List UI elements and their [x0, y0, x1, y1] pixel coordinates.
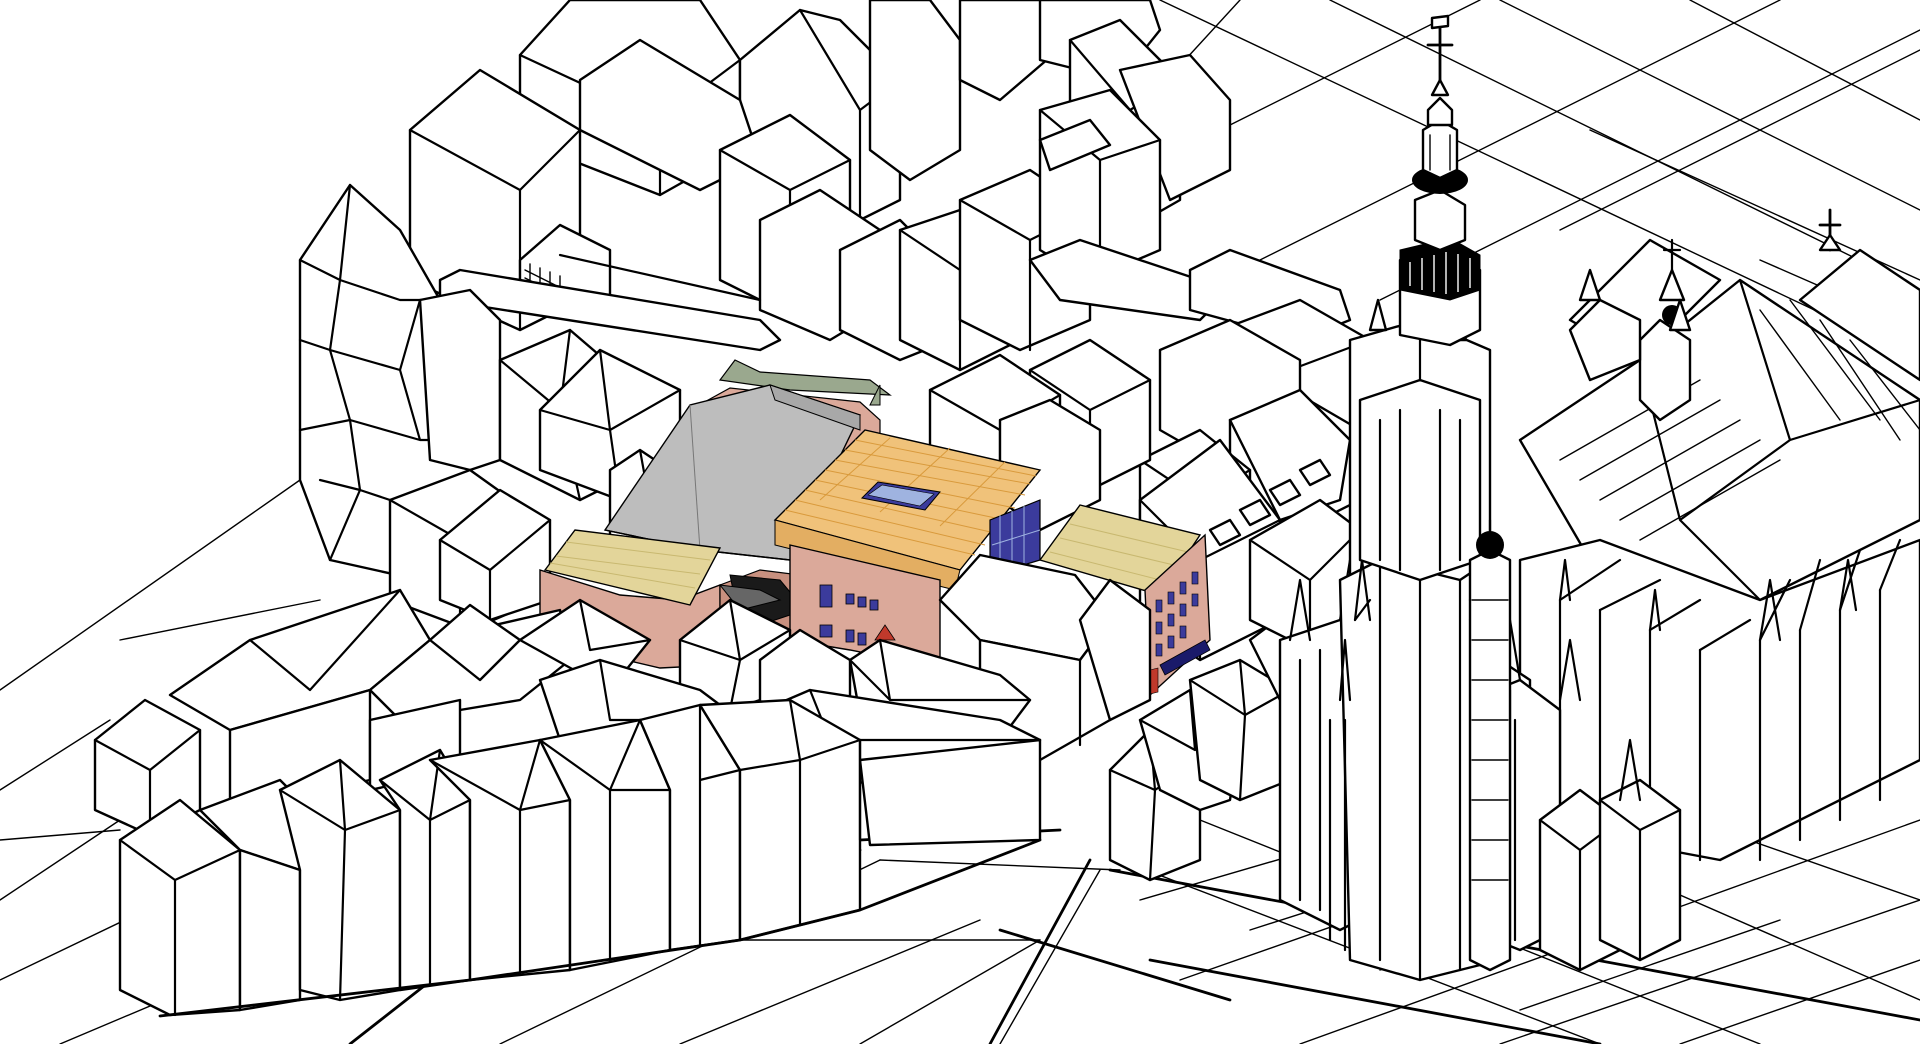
cathedral-tower — [1328, 14, 1517, 982]
isometric-urban-drawing — [0, 0, 1920, 1044]
back-building-row — [408, 0, 1232, 372]
